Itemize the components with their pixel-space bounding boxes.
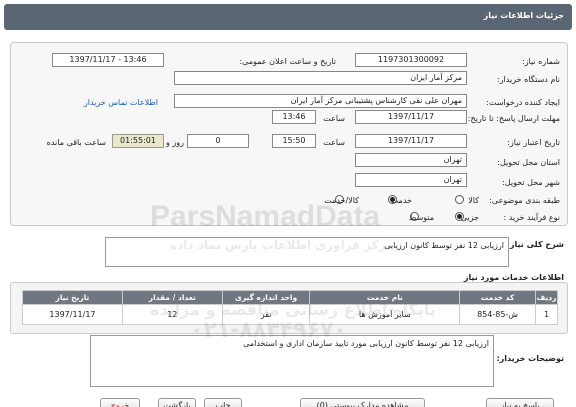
cell-need-date: 1397/11/17 [22, 304, 123, 325]
creator-label: ایجاد کننده درخواست: [486, 98, 560, 107]
col-quantity: تعداد / مقدار [121, 290, 223, 305]
announce-label: تاریخ و ساعت اعلان عمومی: [239, 57, 336, 66]
remaining-label: ساعت باقی مانده [46, 138, 106, 147]
cell-row-number: 1 [535, 304, 558, 325]
col-service-name: نام خدمت [309, 290, 461, 305]
buyer-notes-label: توضیحات خریدار: [496, 354, 564, 363]
creator-field[interactable]: مهران علی نقی کارشناس پشتیبانی مرکز آمار… [174, 94, 467, 108]
validity-label: تاریخ اعتبار نیاز: [507, 138, 560, 147]
cell-unit: نفر [221, 304, 311, 325]
process-option-medium: متوسط [408, 213, 434, 222]
process-option-minor: جزیی [460, 213, 479, 222]
city-field[interactable]: تهران [355, 173, 467, 187]
need-number-field[interactable]: 1197301300092 [355, 53, 467, 67]
respond-button[interactable]: پاسخ به نیاز [486, 398, 554, 407]
send-deadline-label: مهلت ارسال پاسخ: تا تاریخ: [467, 114, 560, 123]
col-row-number: ردیف [535, 290, 558, 305]
need-number-label: شماره نیاز: [522, 57, 560, 66]
view-attachments-button[interactable]: مشاهده مدارک پیوستی (0) [300, 398, 425, 407]
cell-quantity: 12 [121, 304, 223, 325]
category-label: طبقه بندی موضوعی: [489, 196, 560, 205]
valid-time-field[interactable]: 15:50 [272, 134, 316, 148]
summary-box: ارزیابی 12 نفر توسط کانون ارزیابی [105, 237, 509, 267]
category-option-goods: کالا [468, 196, 479, 205]
buyer-contact-link[interactable]: اطلاعات تماس خریدار [84, 98, 158, 107]
valid-time-label: ساعت [323, 138, 345, 147]
exit-button[interactable]: خروج [100, 398, 140, 407]
remaining-timer: 01:55:01 [112, 134, 164, 148]
category-radio-goods[interactable] [455, 195, 464, 204]
city-label: شهر محل تحویل: [502, 178, 560, 187]
days-field[interactable]: 0 [187, 134, 249, 148]
province-label: استان محل تحویل: [497, 158, 560, 167]
col-need-date: تاریخ نیاز [22, 290, 123, 305]
category-option-service: خدمت [390, 196, 412, 205]
page-title: جزئیات اطلاعات نیاز [483, 11, 564, 20]
announce-field[interactable]: 1397/11/17 - 13:46 [52, 53, 164, 67]
day-label: روز و [166, 138, 184, 147]
services-table: ردیف کد خدمت نام خدمت واحد اندازه گیری ت… [22, 290, 558, 325]
cell-service-name: سایر آموزش ها [309, 304, 461, 325]
buyer-org-field[interactable]: مرکز آمار ایران [174, 71, 467, 85]
send-time-label: ساعت [323, 114, 345, 123]
send-time-field[interactable]: 13:46 [272, 110, 316, 124]
col-service-code: کد خدمت [459, 290, 537, 305]
buyer-org-label: نام دستگاه خریدار: [497, 75, 560, 84]
services-title: اطلاعات خدمات مورد نیاز [463, 273, 564, 282]
back-button[interactable]: بازگشت [158, 398, 196, 407]
buyer-notes-box: ارزیابی 12 نفر توسط کانون ارزیابی مورد ت… [90, 335, 494, 387]
category-option-goods-service: کالا/خدمت [324, 196, 359, 205]
valid-date-field[interactable]: 1397/11/17 [355, 134, 467, 148]
send-date-field[interactable]: 1397/11/17 [355, 110, 467, 124]
table-row[interactable]: 1 ش-85-854 سایر آموزش ها نفر 12 1397/11/… [22, 304, 558, 325]
process-label: نوع فرآیند خرید : [503, 213, 560, 222]
summary-label: شرح کلی نیاز: [506, 240, 564, 249]
col-unit: واحد اندازه گیری [221, 290, 311, 305]
print-button[interactable]: چاپ [204, 398, 242, 407]
table-header-row: ردیف کد خدمت نام خدمت واحد اندازه گیری ت… [22, 290, 558, 305]
cell-service-code: ش-85-854 [459, 304, 537, 325]
province-field[interactable]: تهران [355, 153, 467, 167]
